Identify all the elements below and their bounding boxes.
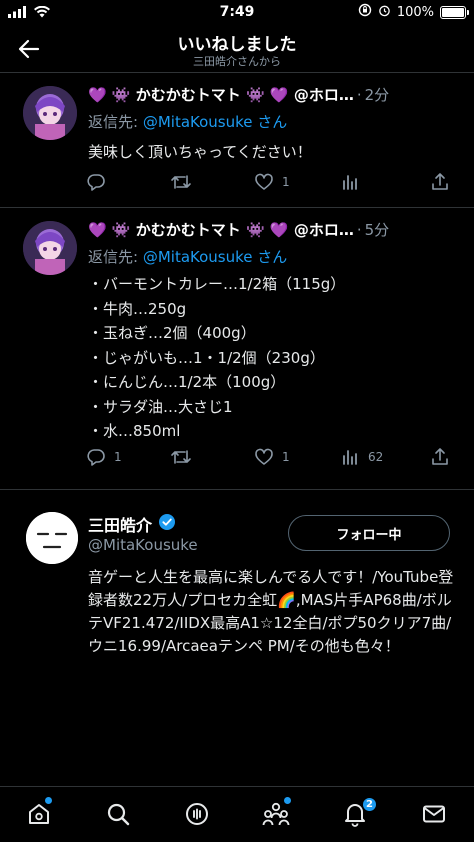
heart-icon bbox=[255, 448, 273, 465]
like-button[interactable]: 1 bbox=[254, 172, 290, 192]
like-count: 1 bbox=[282, 175, 290, 189]
reply-prefix: 返信先: bbox=[88, 248, 143, 266]
tweet-divider bbox=[0, 207, 474, 208]
tab-bar bbox=[0, 786, 474, 842]
views-count: 62 bbox=[368, 450, 384, 464]
separator-dot: · bbox=[356, 220, 362, 239]
reply-suffix: さん bbox=[252, 248, 288, 266]
tweet-text: 美味しく頂いちゃってください！ bbox=[88, 143, 312, 161]
reply-icon bbox=[87, 174, 105, 191]
following-button[interactable]: フォロー中 bbox=[288, 515, 450, 551]
reply-to: 返信先: @MitaKousuke さん bbox=[88, 111, 287, 132]
battery-percent: 100% bbox=[396, 4, 434, 20]
reply-button[interactable]: 1 bbox=[86, 447, 122, 467]
retweet-icon bbox=[171, 450, 191, 464]
views-icon bbox=[343, 175, 357, 190]
profile-bio: 音ゲーと人生を最高に楽しんでる人です！/YouTube登録者数22万人/プロセカ… bbox=[88, 568, 454, 655]
author-name[interactable]: 💜 👾 かむかむトマト 👾 💜 @ホロ… bbox=[88, 219, 354, 240]
share-icon bbox=[432, 448, 448, 465]
nav-header: いいねしました 三田皓介さんから bbox=[0, 26, 474, 72]
header-divider bbox=[0, 72, 474, 73]
home-icon bbox=[29, 804, 49, 824]
tweet-text: ・バーモントカレー…1/2箱（115g） ・牛肉…250g ・玉ねぎ…2個（40… bbox=[88, 275, 346, 440]
retweet-button[interactable] bbox=[170, 172, 200, 192]
tab-search[interactable] bbox=[103, 799, 133, 829]
share-icon bbox=[432, 173, 448, 190]
like-count: 1 bbox=[282, 450, 290, 464]
tweet-time[interactable]: 2分 bbox=[365, 84, 390, 105]
profile-name[interactable]: 三田皓介 bbox=[88, 512, 176, 536]
tweet[interactable]: 💜 👾 かむかむトマト 👾 💜 @ホロ… · 5分 返信先: @MitaKous… bbox=[0, 219, 474, 489]
status-bar: 7:49 100% bbox=[0, 0, 474, 26]
separator-dot: · bbox=[356, 85, 362, 104]
reply-count: 1 bbox=[114, 450, 122, 464]
tweet-time[interactable]: 5分 bbox=[365, 219, 390, 240]
tweet-actions: 1 1 62 bbox=[86, 447, 456, 469]
avatar[interactable] bbox=[23, 221, 77, 275]
notifications-badge: 2 bbox=[362, 797, 377, 812]
page-title: いいねしました bbox=[177, 35, 297, 55]
views-icon bbox=[343, 450, 357, 465]
heart-icon bbox=[255, 173, 273, 190]
communities-unread-dot bbox=[284, 797, 291, 804]
search-icon bbox=[107, 803, 130, 826]
reply-suffix: さん bbox=[252, 113, 288, 131]
tweet-actions: 1 bbox=[86, 172, 456, 194]
battery-icon bbox=[440, 5, 469, 19]
tweet-divider bbox=[0, 489, 474, 490]
messages-icon bbox=[423, 805, 445, 823]
profile-name-text: 三田皓介 bbox=[88, 516, 153, 535]
home-unread-dot bbox=[45, 797, 52, 804]
profile-handle[interactable]: @MitaKousuke bbox=[88, 536, 198, 554]
tab-messages[interactable] bbox=[419, 799, 449, 829]
page-subtitle: 三田皓介さんから bbox=[193, 55, 281, 68]
reply-button[interactable] bbox=[86, 172, 114, 192]
tab-spaces[interactable] bbox=[182, 799, 212, 829]
avatar[interactable] bbox=[23, 86, 77, 140]
profile-avatar[interactable] bbox=[26, 512, 78, 564]
reply-mention[interactable]: @MitaKousuke bbox=[143, 248, 253, 266]
reply-icon bbox=[87, 449, 105, 466]
share-button[interactable] bbox=[430, 447, 450, 467]
alarm-icon bbox=[378, 4, 391, 21]
like-button[interactable]: 1 bbox=[254, 447, 290, 467]
communities-icon bbox=[262, 802, 290, 826]
spaces-icon bbox=[186, 803, 208, 826]
retweet-icon bbox=[171, 175, 191, 189]
verified-badge-icon bbox=[158, 513, 176, 535]
author-name[interactable]: 💜 👾 かむかむトマト 👾 💜 @ホロ… bbox=[88, 84, 354, 105]
orientation-lock-icon bbox=[358, 3, 372, 21]
views-button[interactable]: 62 bbox=[340, 447, 383, 467]
retweet-button[interactable] bbox=[170, 447, 200, 467]
tweet[interactable]: 💜 👾 かむかむトマト 👾 💜 @ホロ… · 2分 返信先: @MitaKous… bbox=[0, 84, 474, 208]
reply-to: 返信先: @MitaKousuke さん bbox=[88, 246, 287, 267]
share-button[interactable] bbox=[430, 172, 450, 192]
views-button[interactable] bbox=[340, 172, 368, 192]
reply-mention[interactable]: @MitaKousuke bbox=[143, 113, 253, 131]
reply-prefix: 返信先: bbox=[88, 113, 143, 131]
